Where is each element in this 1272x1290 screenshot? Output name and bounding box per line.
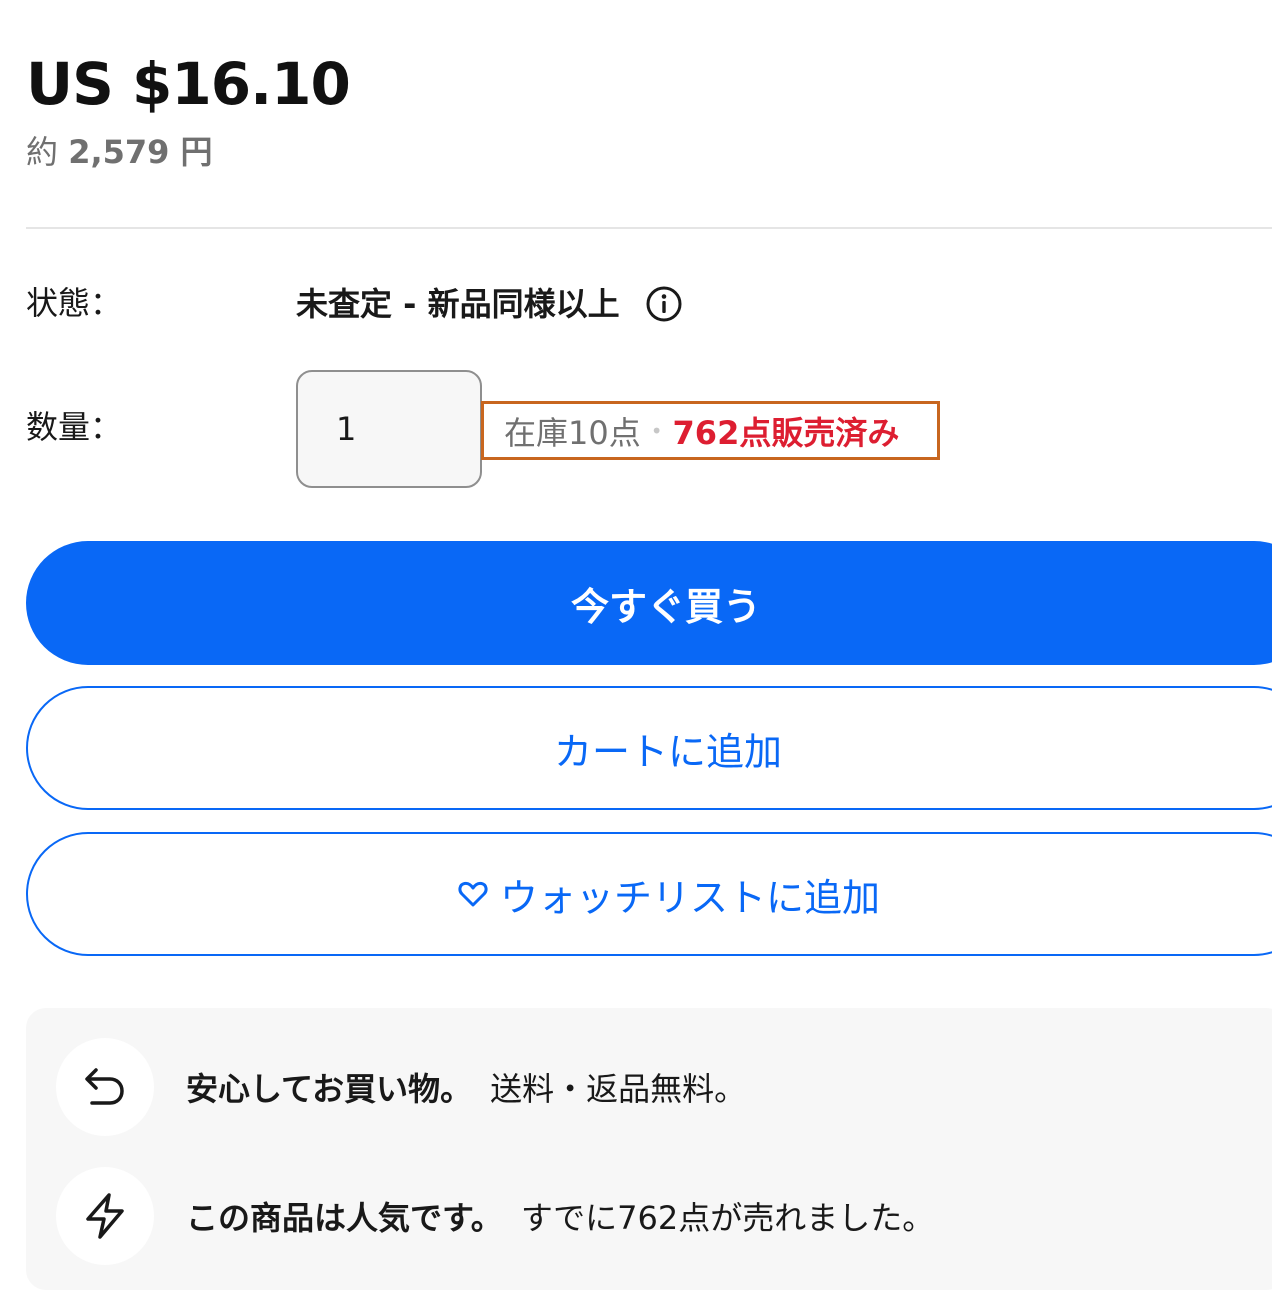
info-panel: 安心してお買い物。 送料・返品無料。 この商品は人気です。 すでに762点が売れ… — [26, 1008, 1272, 1290]
info-item-desc: すでに762点が売れました。 — [520, 1199, 935, 1237]
condition-label: 状態： — [26, 284, 123, 322]
return-arrow-icon — [56, 1038, 154, 1136]
sold-count: 762点販売済み — [672, 413, 900, 452]
item-purchase-panel: US $16.10 約 2,579 円 状態： 未査定 - 新品同様以上 数量：… — [0, 0, 1272, 1290]
buy-now-button[interactable]: 今すぐ買う — [26, 541, 1272, 665]
add-to-cart-button[interactable]: カートに追加 — [26, 686, 1272, 810]
quantity-label: 数量： — [26, 408, 123, 446]
stock-status-highlight: 在庫10点 • 762点販売済み — [481, 401, 940, 460]
add-to-cart-label: カートに追加 — [553, 729, 782, 774]
add-to-watchlist-label: ウォッチリストに追加 — [499, 875, 880, 920]
divider — [26, 227, 1272, 229]
info-item-title: 安心してお買い物。 — [186, 1070, 473, 1108]
stock-separator: • — [650, 418, 663, 443]
buy-now-label: 今すぐ買う — [570, 584, 761, 629]
info-item-shop-safely: 安心してお買い物。 送料・返品無料。 — [56, 1038, 746, 1136]
quantity-input[interactable] — [296, 370, 482, 488]
stock-available: 在庫10点 — [504, 413, 641, 452]
info-item-desc: 送料・返品無料。 — [490, 1070, 747, 1108]
lightning-icon — [56, 1167, 154, 1265]
condition-text: 未査定 - 新品同様以上 — [296, 284, 620, 323]
add-to-watchlist-button[interactable]: ウォッチリストに追加 — [26, 832, 1272, 956]
approx-price: 約 2,579 円 — [26, 133, 213, 171]
info-item-popular: この商品は人気です。 すでに762点が売れました。 — [56, 1167, 934, 1265]
info-item-title: この商品は人気です。 — [186, 1199, 503, 1237]
condition-value: 未査定 - 新品同様以上 — [296, 284, 684, 324]
approx-price-amount: 2,579 円 — [68, 133, 213, 171]
info-icon[interactable] — [644, 284, 684, 324]
item-price: US $16.10 — [26, 50, 351, 118]
approx-price-prefix: 約 — [26, 133, 59, 171]
heart-icon — [456, 877, 490, 911]
